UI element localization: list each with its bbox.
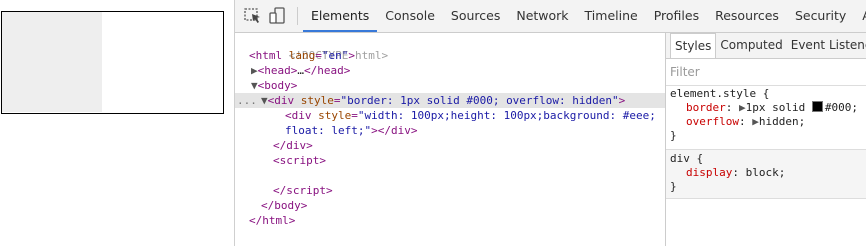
expand-shorthand-icon[interactable]: ▶ <box>739 101 746 114</box>
main-tabs: Elements Console Sources Network Timelin… <box>303 0 866 32</box>
sidebar-tabs: Styles Computed Event Listeners <box>666 33 866 59</box>
toolbar-divider <box>297 7 298 25</box>
devtools-toolbar: Elements Console Sources Network Timelin… <box>235 0 866 33</box>
inner-div-node-continued[interactable]: float: left;"></div> <box>285 123 417 138</box>
styles-sidebar: Styles Computed Event Listeners Filter e… <box>665 33 866 246</box>
tab-event-listeners[interactable]: Event Listeners <box>787 33 866 58</box>
expand-triangle-icon[interactable]: ▶ <box>251 64 258 77</box>
tab-elements[interactable]: Elements <box>303 0 378 32</box>
device-mode-icon[interactable] <box>269 7 287 25</box>
inner-div-node[interactable]: <div style="width: 100px;height: 100px;b… <box>285 108 656 123</box>
collapse-triangle-icon[interactable]: ▼ <box>251 79 258 92</box>
rule-close-brace: } <box>670 129 677 142</box>
styles-filter-input[interactable]: Filter <box>670 65 700 79</box>
tab-console[interactable]: Console <box>377 0 443 32</box>
color-swatch-icon[interactable] <box>811 101 823 112</box>
tab-styles[interactable]: Styles <box>670 33 717 58</box>
bordered-div <box>1 11 224 114</box>
tab-profiles[interactable]: Profiles <box>646 0 707 32</box>
rule-selector[interactable]: element.style { <box>670 87 769 101</box>
script-close-tag[interactable]: </script> <box>273 183 333 198</box>
tab-security[interactable]: Security <box>787 0 854 32</box>
html-node[interactable]: <html lang="en"> <box>249 48 355 63</box>
tab-resources[interactable]: Resources <box>707 0 787 32</box>
tab-timeline[interactable]: Timeline <box>577 0 646 32</box>
body-node[interactable]: ▼<body> <box>251 78 297 93</box>
css-property-overflow[interactable]: overflow: ▶hidden; <box>686 115 805 129</box>
tab-network[interactable]: Network <box>508 0 576 32</box>
page-viewport <box>0 0 235 246</box>
rule-close-brace: } <box>670 180 677 193</box>
gray-float-div <box>2 12 102 112</box>
collapse-triangle-icon[interactable]: ▼ <box>261 94 268 107</box>
filter-divider <box>666 85 866 86</box>
dom-tree: ... <!DOCTYPE html> <html lang="en"> ▶<h… <box>235 33 665 246</box>
css-property-border[interactable]: border: ▶1px solid #000; <box>686 101 858 115</box>
expand-shorthand-icon[interactable]: ▶ <box>752 115 759 128</box>
css-property-display[interactable]: display: block; <box>686 166 785 180</box>
selected-div-node[interactable]: ▼<div style="border: 1px solid #000; ove… <box>261 93 625 108</box>
div-close-tag[interactable]: </div> <box>273 138 313 153</box>
selection-ellipsis[interactable]: ... <box>237 93 257 108</box>
devtools-panel: Elements Console Sources Network Timelin… <box>235 0 866 246</box>
head-node[interactable]: ▶<head>…</head> <box>251 63 350 78</box>
user-agent-div-rule: div { display: block; } <box>666 149 866 199</box>
element-style-rule: element.style { border: ▶1px solid #000;… <box>666 87 866 147</box>
tab-sources[interactable]: Sources <box>443 0 508 32</box>
inspect-element-icon[interactable] <box>244 7 262 25</box>
rule-selector[interactable]: div { <box>670 152 703 166</box>
script-node[interactable]: <script> <box>273 153 326 168</box>
body-close-tag[interactable]: </body> <box>261 198 307 213</box>
tab-audits[interactable]: Audits <box>854 0 866 32</box>
html-close-tag[interactable]: </html> <box>249 213 295 228</box>
tab-computed[interactable]: Computed <box>716 33 786 58</box>
